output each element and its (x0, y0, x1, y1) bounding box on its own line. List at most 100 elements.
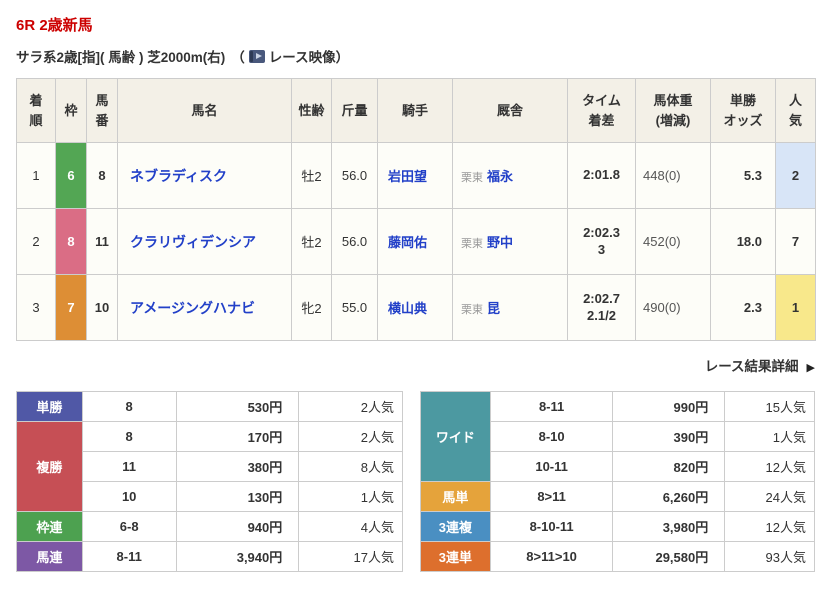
horse-name-cell: ネブラディスク (117, 142, 292, 209)
payout-row-wakuren: 枠連 6-8 940円 4人気 (16, 511, 403, 542)
header-rank: 着 順 (16, 78, 56, 143)
weight-cell: 56.0 (331, 142, 378, 209)
payout-popularity: 12人気 (724, 451, 815, 482)
jockey-link[interactable]: 横山典 (388, 301, 427, 316)
time-margin-cell: 2:02.3 3 (567, 208, 636, 275)
payout-amount: 530円 (175, 391, 300, 422)
payout-popularity: 2人気 (298, 391, 403, 422)
stable-cell: 栗東 野中 (452, 208, 568, 275)
horse-name-link[interactable]: アメージングハナビ (130, 300, 255, 316)
race-results-table: 着 順 枠 馬 番 馬名 性齢 斤量 騎手 厩舎 タイム 着差 馬体重 (増減)… (16, 78, 816, 341)
payout-selection: 8-10 (489, 421, 614, 452)
header-sex-age: 性齢 (291, 78, 332, 143)
race-result-detail-link[interactable]: レース結果詳細 (705, 359, 799, 374)
payout-popularity: 1人気 (298, 481, 403, 512)
payout-popularity: 17人気 (298, 541, 403, 572)
results-header-row: 着 順 枠 馬 番 馬名 性齢 斤量 騎手 厩舎 タイム 着差 馬体重 (増減)… (16, 78, 816, 143)
horse-name-cell: アメージングハナビ (117, 274, 292, 341)
odds-cell: 2.3 (710, 274, 776, 341)
horse-number-cell: 11 (86, 208, 118, 275)
payout-type-label: 単勝 (16, 391, 83, 422)
popularity-cell: 7 (775, 208, 816, 275)
frame-cell: 8 (55, 208, 87, 275)
detail-link-row: レース結果詳細 ▶ (16, 355, 815, 375)
body-weight-cell: 452(0) (635, 208, 711, 275)
header-horse-number: 馬 番 (86, 78, 118, 143)
time-margin-cell: 2:02.7 2.1/2 (567, 274, 636, 341)
stable-region: 栗東 (461, 238, 483, 250)
race-video-link[interactable]: レース映像 (269, 46, 336, 66)
weight-cell: 56.0 (331, 208, 378, 275)
payout-amount: 170円 (175, 421, 300, 452)
paren-open: （ (231, 50, 245, 65)
time-margin-cell: 2:01.8 (567, 142, 636, 209)
horse-name-link[interactable]: クラリヴィデンシア (130, 234, 256, 250)
horse-number-cell: 8 (86, 142, 118, 209)
header-horse-name: 馬名 (117, 78, 292, 143)
payout-type-label: ワイド (420, 391, 491, 482)
race-conditions-text: サラ系2歳[指]( 馬齢 ) 芝2000m(右) (16, 50, 226, 65)
frame-cell: 6 (55, 142, 87, 209)
header-frame: 枠 (55, 78, 87, 143)
jockey-link[interactable]: 藤岡佑 (388, 235, 427, 250)
body-weight-cell: 448(0) (635, 142, 711, 209)
payout-section: 単勝 8 530円 2人気 複勝 8 170円 2人気 11 380円 8人気 … (16, 391, 827, 572)
jockey-link[interactable]: 岩田望 (388, 169, 427, 184)
trainer-link[interactable]: 福永 (487, 169, 513, 184)
sex-age-cell: 牝2 (291, 274, 332, 341)
payout-type-label: 3連単 (420, 541, 491, 572)
payout-selection: 10 (81, 481, 177, 512)
payout-selection: 8>11>10 (489, 541, 614, 572)
jockey-cell: 岩田望 (377, 142, 453, 209)
result-row-3: 3 7 10 アメージングハナビ 牝2 55.0 横山典 栗東昆 2:02.7 … (16, 274, 816, 341)
horse-name-cell: クラリヴィデンシア (117, 208, 292, 275)
sex-age-cell: 牡2 (291, 142, 332, 209)
header-stable: 厩舎 (452, 78, 568, 143)
payout-popularity: 12人気 (724, 511, 815, 542)
video-icon (248, 49, 265, 63)
payout-amount: 820円 (612, 451, 726, 482)
payout-table-left: 単勝 8 530円 2人気 複勝 8 170円 2人気 11 380円 8人気 … (16, 391, 403, 572)
payout-amount: 3,940円 (175, 541, 300, 572)
payout-type-label: 複勝 (16, 421, 83, 512)
right-arrow-icon: ▶ (806, 362, 815, 374)
payout-amount: 940円 (175, 511, 300, 542)
payout-type-label: 馬単 (420, 481, 491, 512)
payout-row-umaren: 馬連 8-11 3,940円 17人気 (16, 541, 403, 572)
body-weight-cell: 490(0) (635, 274, 711, 341)
header-time-margin: タイム 着差 (567, 78, 636, 143)
jockey-cell: 横山典 (377, 274, 453, 341)
rank-cell: 1 (16, 142, 56, 209)
odds-cell: 5.3 (710, 142, 776, 209)
payout-selection: 8 (81, 391, 177, 422)
payout-selection: 8-10-11 (489, 511, 614, 542)
stable-cell: 栗東昆 (452, 274, 568, 341)
payout-amount: 990円 (612, 391, 726, 422)
jockey-cell: 藤岡佑 (377, 208, 453, 275)
payout-popularity: 8人気 (298, 451, 403, 482)
payout-popularity: 4人気 (298, 511, 403, 542)
payout-row-sanrentan: 3連単 8>11>10 29,580円 93人気 (420, 541, 815, 572)
payout-row-umatan: 馬単 8>11 6,260円 24人気 (420, 481, 815, 512)
payout-type-label: 3連複 (420, 511, 491, 542)
payout-popularity: 15人気 (724, 391, 815, 422)
stable-cell: 栗東 福永 (452, 142, 568, 209)
page-title: 6R 2歳新馬 (16, 17, 93, 34)
payout-amount: 6,260円 (612, 481, 726, 512)
rank-cell: 3 (16, 274, 56, 341)
payout-popularity: 1人気 (724, 421, 815, 452)
payout-amount: 130円 (175, 481, 300, 512)
trainer-link[interactable]: 昆 (487, 301, 500, 316)
weight-cell: 55.0 (331, 274, 378, 341)
frame-cell: 7 (55, 274, 87, 341)
payout-table-right: ワイド 8-11 990円 15人気 8-10 390円 1人気 10-11 8… (420, 391, 815, 572)
payout-selection: 8>11 (489, 481, 614, 512)
payout-row-fukusho-1: 複勝 8 170円 2人気 (16, 421, 403, 512)
payout-amount: 380円 (175, 451, 300, 482)
payout-row-tansho: 単勝 8 530円 2人気 (16, 391, 403, 422)
payout-amount: 3,980円 (612, 511, 726, 542)
trainer-link[interactable]: 野中 (487, 235, 513, 250)
horse-name-link[interactable]: ネブラディスク (130, 168, 227, 184)
payout-selection: 11 (81, 451, 177, 482)
payout-row-wide-1: ワイド 8-11 990円 15人気 (420, 391, 815, 482)
